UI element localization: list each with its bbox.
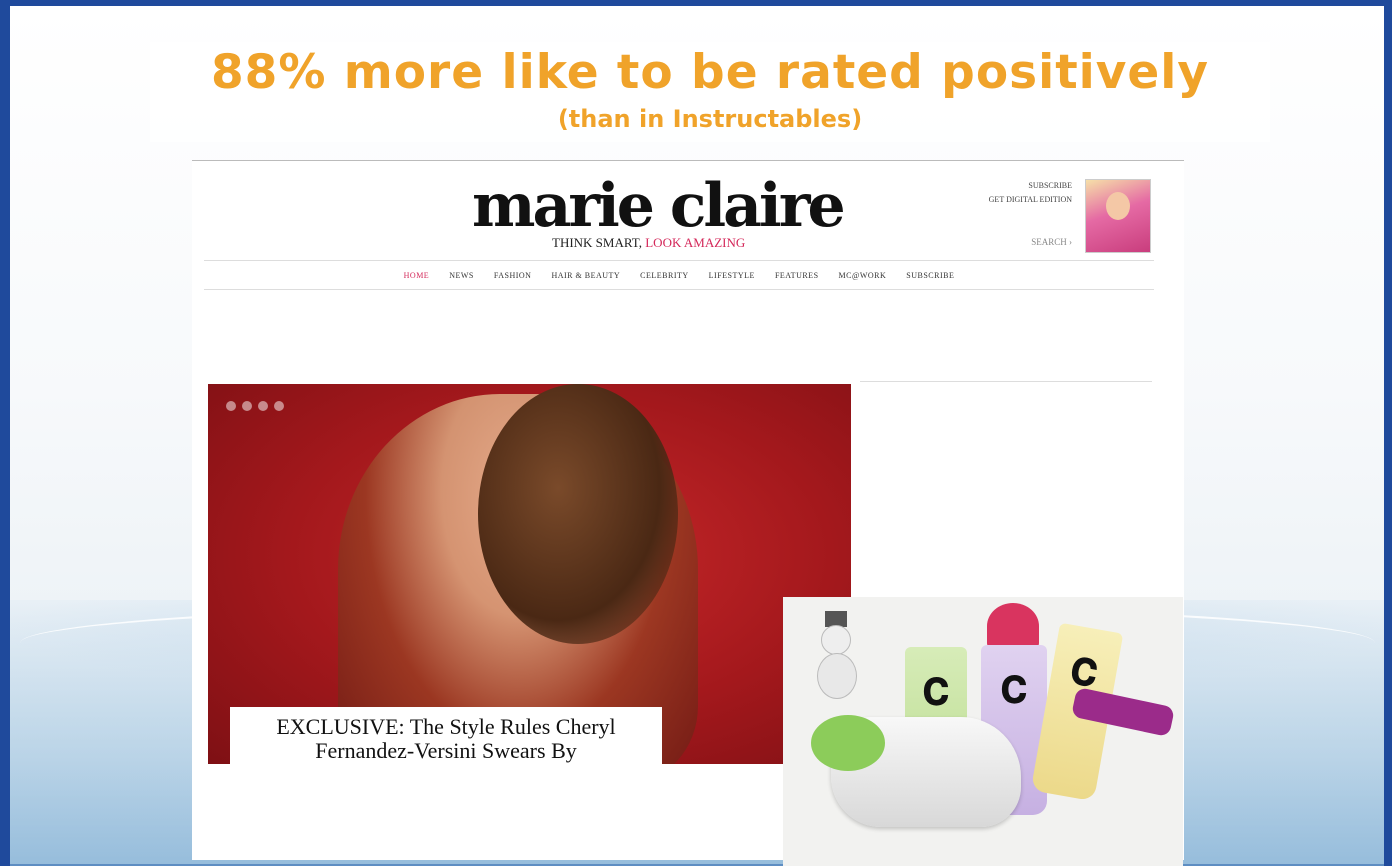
carousel-dot[interactable]: [258, 401, 268, 411]
carousel-dot[interactable]: [226, 401, 236, 411]
main-nav: HOME NEWS FASHION HAIR & BEAUTY CELEBRIT…: [204, 260, 1154, 290]
pink-cap-image: [987, 603, 1039, 649]
product-ad-image: 𝐂 𝐂 𝐂: [783, 597, 1183, 866]
product-logo-glyph: 𝐂: [1001, 670, 1027, 710]
nav-item-fashion[interactable]: FASHION: [494, 271, 532, 280]
hero-hair-image: [478, 384, 678, 644]
digital-edition-link[interactable]: GET DIGITAL EDITION: [932, 193, 1072, 207]
nav-item-mc-work[interactable]: MC@WORK: [839, 271, 887, 280]
nav-item-lifestyle[interactable]: LIFESTYLE: [709, 271, 755, 280]
sidebar-divider: [860, 381, 1152, 382]
carousel-dot[interactable]: [242, 401, 252, 411]
tagline-prefix: THINK SMART,: [552, 235, 646, 250]
nav-item-subscribe[interactable]: SUBSCRIBE: [906, 271, 954, 280]
site-logo[interactable]: marie claire: [472, 171, 892, 241]
cover-model-image: [1106, 192, 1130, 220]
hero-caption[interactable]: EXCLUSIVE: The Style Rules Cheryl Fernan…: [230, 707, 662, 765]
nav-item-celebrity[interactable]: CELEBRITY: [640, 271, 689, 280]
search-link[interactable]: SEARCH ›: [992, 237, 1072, 251]
slide-headline: 88% more like to be rated positively (th…: [150, 42, 1270, 142]
snowman-ornament-image: [815, 607, 861, 707]
brush-head-image: [811, 715, 885, 771]
headline-text: 88% more like to be rated positively: [210, 45, 1210, 100]
snowman-body: [817, 653, 857, 699]
product-logo-glyph: 𝐂: [923, 672, 949, 712]
site-tagline: THINK SMART, LOOK AMAZING: [552, 235, 852, 253]
nav-item-home[interactable]: HOME: [404, 271, 430, 280]
nav-item-news[interactable]: NEWS: [449, 271, 474, 280]
subheadline-text: (than in Instructables): [557, 105, 863, 133]
magazine-cover-image[interactable]: [1085, 179, 1151, 253]
tagline-highlight: LOOK AMAZING: [645, 235, 746, 250]
nav-item-hair-beauty[interactable]: HAIR & BEAUTY: [551, 271, 620, 280]
subscribe-link[interactable]: SUBSCRIBE: [932, 179, 1072, 193]
nav-item-features[interactable]: FEATURES: [775, 271, 819, 280]
search-icon: ›: [1069, 237, 1072, 247]
search-label: SEARCH: [1031, 237, 1067, 247]
subscribe-links: SUBSCRIBE GET DIGITAL EDITION: [932, 179, 1072, 219]
carousel-dot[interactable]: [274, 401, 284, 411]
hero-caption-line2: Fernandez-Versini Swears By: [315, 738, 577, 763]
hero-caption-line1: EXCLUSIVE: The Style Rules Cheryl: [276, 714, 616, 739]
snowman-head: [821, 625, 851, 655]
carousel-dots: [226, 401, 296, 411]
